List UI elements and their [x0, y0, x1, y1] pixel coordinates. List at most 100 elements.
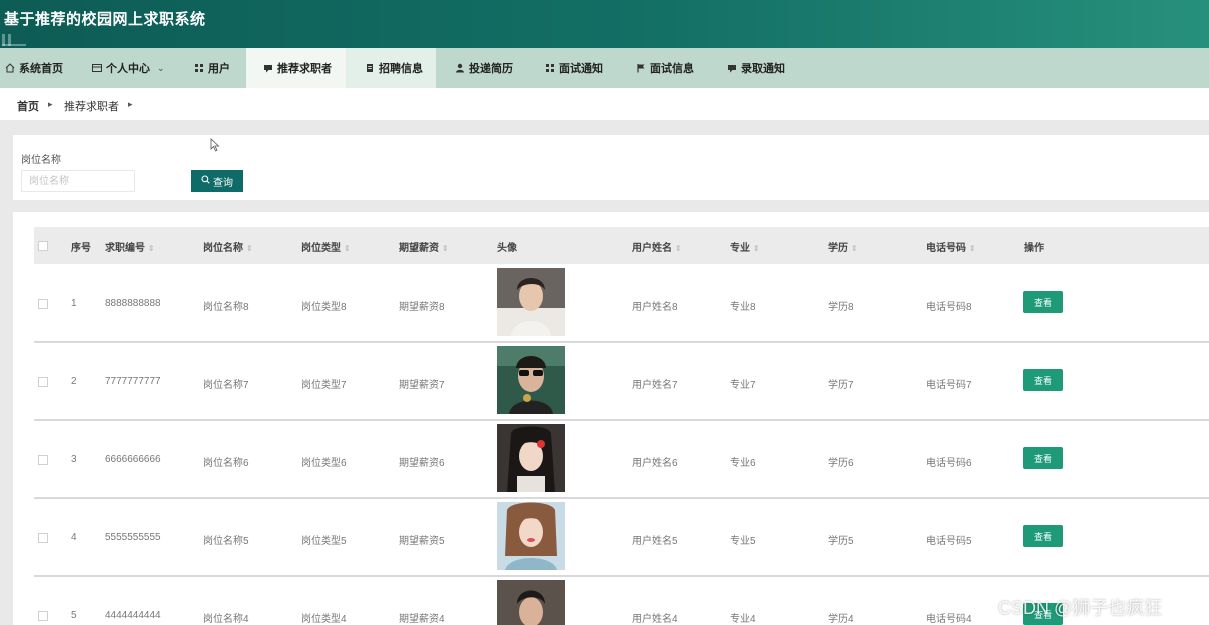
cell-post-type: 岗位类型6 — [301, 458, 347, 469]
nav-item-label: 个人中心 — [106, 63, 150, 75]
cell-index: 3 — [71, 454, 77, 465]
row-checkbox[interactable] — [38, 377, 48, 387]
cell-phone: 电话号码4 — [926, 614, 972, 625]
cell-post-name: 岗位名称8 — [203, 302, 249, 313]
cell-major: 专业5 — [730, 536, 756, 547]
nav-item-home[interactable]: 系统首页 — [5, 48, 63, 88]
column-header[interactable]: 学历 ⇕ — [828, 239, 858, 254]
view-button[interactable]: 查看 — [1023, 291, 1063, 313]
top-nav: 系统首页 个人中心 ⌄ 用户 推荐求职者 招聘信息 投递简历 面试通知 面试信息… — [0, 48, 1209, 88]
cell-post-type: 岗位类型5 — [301, 536, 347, 547]
avatar[interactable] — [497, 268, 565, 336]
cell-index: 2 — [71, 376, 77, 387]
nav-item-personal-center[interactable]: 个人中心 ⌄ — [92, 48, 165, 88]
table-header: 序号 求职编号 ⇕ 岗位名称 ⇕ 岗位类型 ⇕ 期望薪资 ⇕ 头像 用户姓名 ⇕ 专业 ⇕ … — [34, 227, 1209, 264]
table-row: 2 7777777777 岗位名称7 岗位类型7 期望薪资7 用户姓名7 专业7… — [34, 343, 1209, 421]
cell-education: 学历8 — [828, 302, 854, 313]
cell-job-no: 5555555555 — [105, 532, 161, 543]
cell-phone: 电话号码7 — [926, 380, 972, 391]
view-button[interactable]: 查看 — [1023, 447, 1063, 469]
cell-education: 学历5 — [828, 536, 854, 547]
cell-job-no: 8888888888 — [105, 298, 161, 309]
app-header: 基于推荐的校园网上求职系统 — [0, 0, 1209, 48]
column-header[interactable]: 电话号码 ⇕ — [926, 239, 976, 254]
row-checkbox[interactable] — [38, 455, 48, 465]
nav-item-admission-notice[interactable]: 录取通知 — [727, 48, 785, 88]
row-checkbox[interactable] — [38, 299, 48, 309]
sort-icon: ⇕ — [148, 244, 155, 253]
cell-phone: 电话号码8 — [926, 302, 972, 313]
avatar[interactable] — [497, 580, 565, 625]
nav-item-recommended-seekers[interactable]: 推荐求职者 — [246, 48, 346, 88]
column-header[interactable]: 求职编号 ⇕ — [105, 239, 155, 254]
nav-item-users[interactable]: 用户 — [194, 48, 230, 88]
cell-index: 4 — [71, 532, 77, 543]
cell-user-name: 用户姓名6 — [632, 458, 678, 469]
nav-item-label: 面试信息 — [650, 63, 694, 75]
avatar[interactable] — [497, 502, 565, 570]
view-button[interactable]: 查看 — [1023, 369, 1063, 391]
column-header[interactable]: 期望薪资 ⇕ — [399, 239, 449, 254]
header-decoration — [0, 32, 28, 48]
cell-user-name: 用户姓名5 — [632, 536, 678, 547]
chevron-down-icon: ⌄ — [157, 62, 165, 73]
cell-salary: 期望薪资6 — [399, 458, 445, 469]
nav-item-interview-notice[interactable]: 面试通知 — [545, 48, 603, 88]
cell-user-name: 用户姓名7 — [632, 380, 678, 391]
column-header: 序号 — [71, 243, 91, 254]
column-header[interactable]: 专业 ⇕ — [730, 239, 760, 254]
row-checkbox[interactable] — [38, 533, 48, 543]
cell-phone: 电话号码6 — [926, 458, 972, 469]
search-icon — [201, 175, 210, 187]
user-icon — [455, 63, 465, 73]
document-icon — [365, 63, 375, 73]
search-button-label: 查询 — [213, 177, 233, 189]
cell-education: 学历4 — [828, 614, 854, 625]
nav-item-label: 投递简历 — [469, 63, 513, 75]
breadcrumb-home[interactable]: 首页 — [17, 98, 39, 114]
watermark: CSDN @狮子也疯狂 — [998, 598, 1163, 618]
cell-salary: 期望薪资4 — [399, 614, 445, 625]
cell-major: 专业4 — [730, 614, 756, 625]
cell-post-type: 岗位类型4 — [301, 614, 347, 625]
cell-index: 1 — [71, 298, 77, 309]
view-button[interactable]: 查看 — [1023, 525, 1063, 547]
results-table: 序号 求职编号 ⇕ 岗位名称 ⇕ 岗位类型 ⇕ 期望薪资 ⇕ 头像 用户姓名 ⇕ 专业 ⇕ … — [13, 212, 1209, 625]
avatar[interactable] — [497, 424, 565, 492]
cell-education: 学历7 — [828, 380, 854, 391]
sort-icon: ⇕ — [753, 244, 760, 253]
table-row: 1 8888888888 岗位名称8 岗位类型8 期望薪资8 用户姓名8 专业8… — [34, 265, 1209, 343]
table-row: 4 5555555555 岗位名称5 岗位类型5 期望薪资5 用户姓名5 专业5… — [34, 499, 1209, 577]
cell-salary: 期望薪资7 — [399, 380, 445, 391]
mouse-cursor-icon — [210, 138, 220, 152]
row-checkbox[interactable] — [38, 611, 48, 621]
nav-item-interview-info[interactable]: 面试信息 — [636, 48, 694, 88]
nav-item-recruitment-info[interactable]: 招聘信息 — [346, 48, 436, 88]
cell-major: 专业7 — [730, 380, 756, 391]
cell-education: 学历6 — [828, 458, 854, 469]
search-button[interactable]: 查询 — [191, 170, 243, 192]
grid-icon — [545, 63, 555, 73]
avatar[interactable] — [497, 346, 565, 414]
cell-job-no: 4444444444 — [105, 610, 161, 621]
select-all-checkbox[interactable] — [38, 241, 48, 251]
profile-icon — [92, 63, 102, 73]
cell-post-name: 岗位名称7 — [203, 380, 249, 391]
chevron-right-icon: ▸ — [48, 99, 53, 109]
nav-item-label: 面试通知 — [559, 63, 603, 75]
nav-item-label: 用户 — [208, 63, 230, 75]
nav-item-submit-resume[interactable]: 投递简历 — [455, 48, 513, 88]
comment-icon — [263, 63, 273, 73]
column-header[interactable]: 岗位类型 ⇕ — [301, 239, 351, 254]
cell-post-type: 岗位类型7 — [301, 380, 347, 391]
cell-post-name: 岗位名称6 — [203, 458, 249, 469]
cell-user-name: 用户姓名8 — [632, 302, 678, 313]
breadcrumb-current: 推荐求职者 — [64, 101, 119, 113]
search-panel: 岗位名称 查询 — [13, 135, 1209, 200]
cell-post-type: 岗位类型8 — [301, 302, 347, 313]
column-header[interactable]: 岗位名称 ⇕ — [203, 239, 253, 254]
nav-item-label: 推荐求职者 — [277, 63, 332, 75]
search-input[interactable] — [21, 170, 135, 192]
column-header[interactable]: 用户姓名 ⇕ — [632, 239, 682, 254]
sort-icon: ⇕ — [675, 244, 682, 253]
